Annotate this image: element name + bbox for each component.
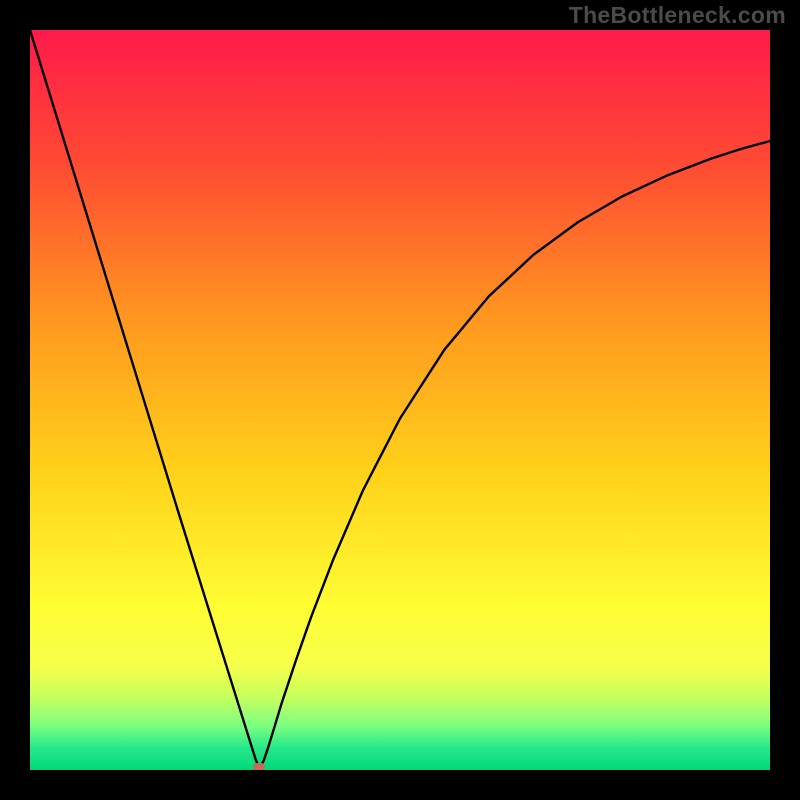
watermark-text: TheBottleneck.com [569, 2, 786, 29]
curve-line [30, 30, 770, 770]
min-point-marker [253, 763, 265, 770]
chart-frame: TheBottleneck.com [0, 0, 800, 800]
plot-area [30, 30, 770, 770]
